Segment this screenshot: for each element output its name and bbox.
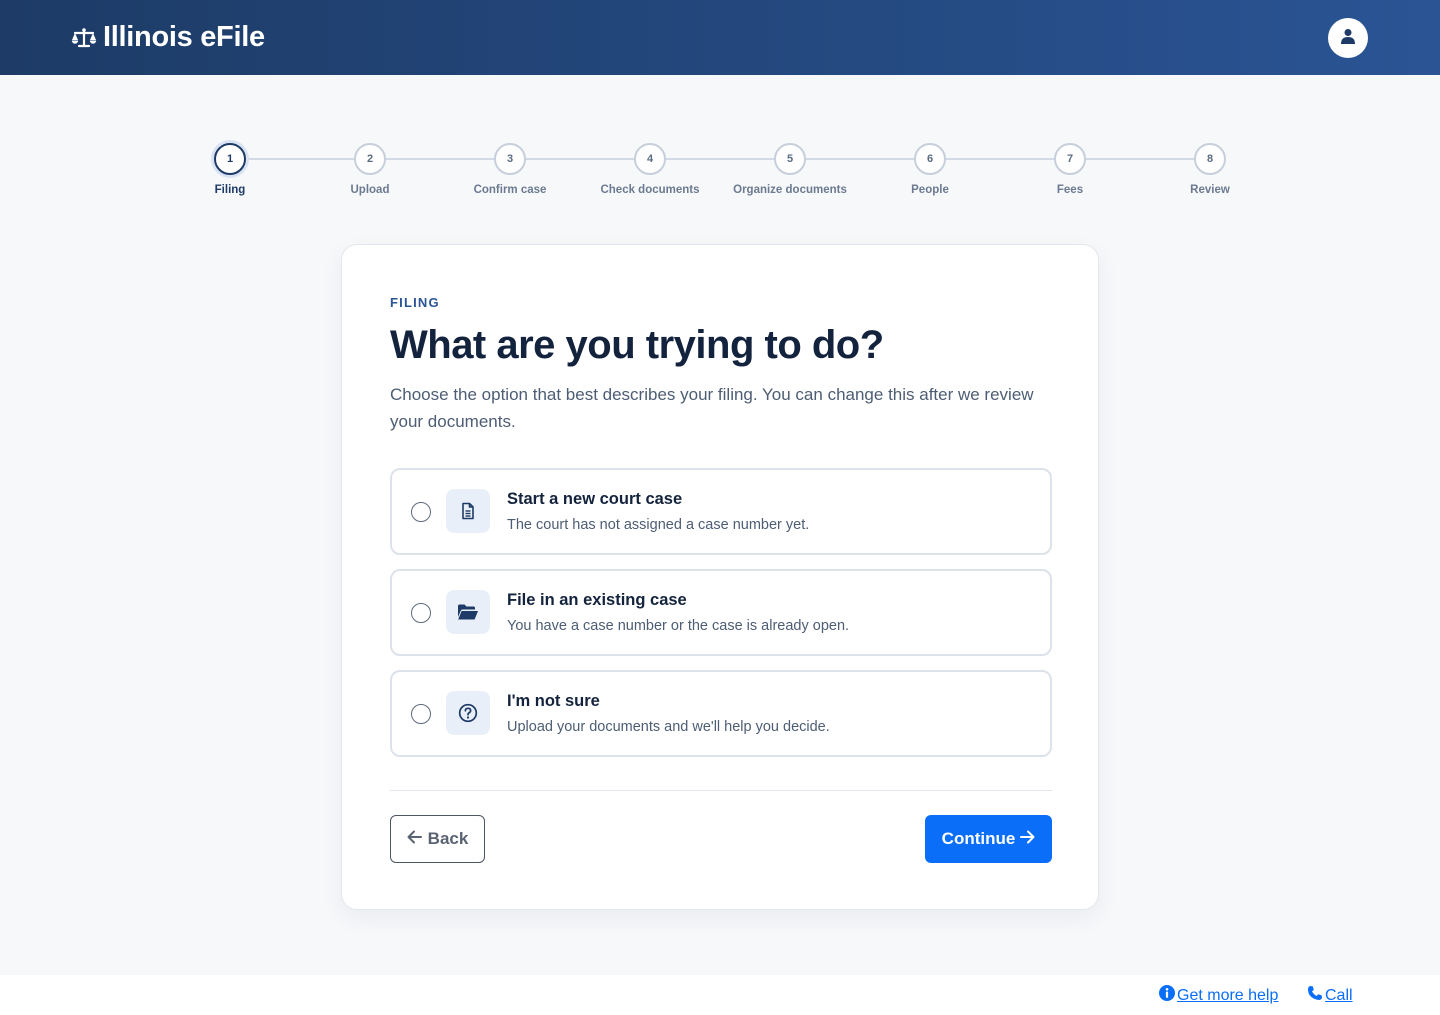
step-label: Fees	[1056, 184, 1084, 196]
account-button[interactable]	[1328, 18, 1368, 58]
step-fees[interactable]: 7 Fees	[990, 140, 1150, 196]
user-icon	[1340, 28, 1356, 49]
step-number: 6	[914, 143, 946, 175]
radio-new-case[interactable]	[411, 502, 431, 522]
step-organize-documents[interactable]: 5 Organize documents	[710, 140, 870, 196]
arrow-left-icon	[407, 829, 422, 849]
step-check-documents[interactable]: 4 Check documents	[570, 140, 730, 196]
step-number: 8	[1194, 143, 1226, 175]
step-upload[interactable]: 2 Upload	[290, 140, 450, 196]
step-number: 1	[214, 143, 246, 175]
step-label: People	[911, 184, 949, 196]
radio-existing-case[interactable]	[411, 603, 431, 623]
step-label: Organize documents	[733, 184, 847, 196]
step-label: Review	[1190, 184, 1230, 196]
call-link[interactable]: Call	[1307, 985, 1353, 1006]
step-confirm-case[interactable]: 3 Confirm case	[430, 140, 590, 196]
option-subtitle: The court has not assigned a case number…	[507, 517, 810, 533]
page-description: Choose the option that best describes yo…	[390, 385, 1034, 431]
filing-card: FILING What are you trying to do? Choose…	[341, 244, 1099, 910]
option-title: Start a new court case	[507, 490, 683, 508]
folder-open-icon	[446, 590, 490, 634]
section-eyebrow: FILING	[390, 295, 440, 310]
step-number: 3	[494, 143, 526, 175]
option-new-case[interactable]: Start a new court case The court has not…	[390, 468, 1052, 555]
step-number: 7	[1054, 143, 1086, 175]
phone-icon	[1307, 985, 1323, 1006]
footer: Get more help Call	[0, 975, 1440, 1015]
question-circle-icon	[446, 691, 490, 735]
radio-not-sure[interactable]	[411, 704, 431, 724]
back-label: Back	[427, 829, 469, 848]
step-review[interactable]: 8 Review	[1130, 140, 1290, 196]
page-title: What are you trying to do?	[390, 323, 884, 367]
option-title: File in an existing case	[507, 591, 687, 609]
step-label: Confirm case	[473, 184, 547, 196]
progress-stepper: 1 Filing 2 Upload 3 Confirm case 4 Check…	[0, 140, 1440, 210]
scales-icon	[71, 25, 97, 51]
step-number: 2	[354, 143, 386, 175]
option-title: I'm not sure	[507, 692, 600, 710]
arrow-right-icon	[1020, 829, 1035, 849]
option-subtitle: Upload your documents and we'll help you…	[507, 719, 830, 735]
step-number: 5	[774, 143, 806, 175]
option-subtitle: You have a case number or the case is al…	[507, 618, 850, 634]
card-divider	[390, 790, 1052, 791]
step-filing[interactable]: 1 Filing	[150, 140, 310, 196]
call-label: Call	[1325, 986, 1353, 1004]
top-header: Illinois eFile	[0, 0, 1440, 75]
option-existing-case[interactable]: File in an existing case You have a case…	[390, 569, 1052, 656]
document-icon	[446, 489, 490, 533]
step-people[interactable]: 6 People	[850, 140, 1010, 196]
help-label: Get more help	[1177, 986, 1279, 1004]
option-not-sure[interactable]: I'm not sure Upload your documents and w…	[390, 670, 1052, 757]
step-label: Filing	[214, 184, 246, 196]
info-icon	[1159, 985, 1175, 1006]
step-number: 4	[634, 143, 666, 175]
app-title: Illinois eFile	[103, 21, 265, 53]
step-label: Check documents	[600, 184, 700, 196]
help-link[interactable]: Get more help	[1159, 985, 1278, 1006]
continue-label: Continue	[941, 829, 1016, 848]
continue-button[interactable]: Continue	[925, 815, 1052, 863]
back-button[interactable]: Back	[390, 815, 485, 863]
brand[interactable]: Illinois eFile	[71, 21, 265, 54]
step-label: Upload	[350, 184, 390, 196]
